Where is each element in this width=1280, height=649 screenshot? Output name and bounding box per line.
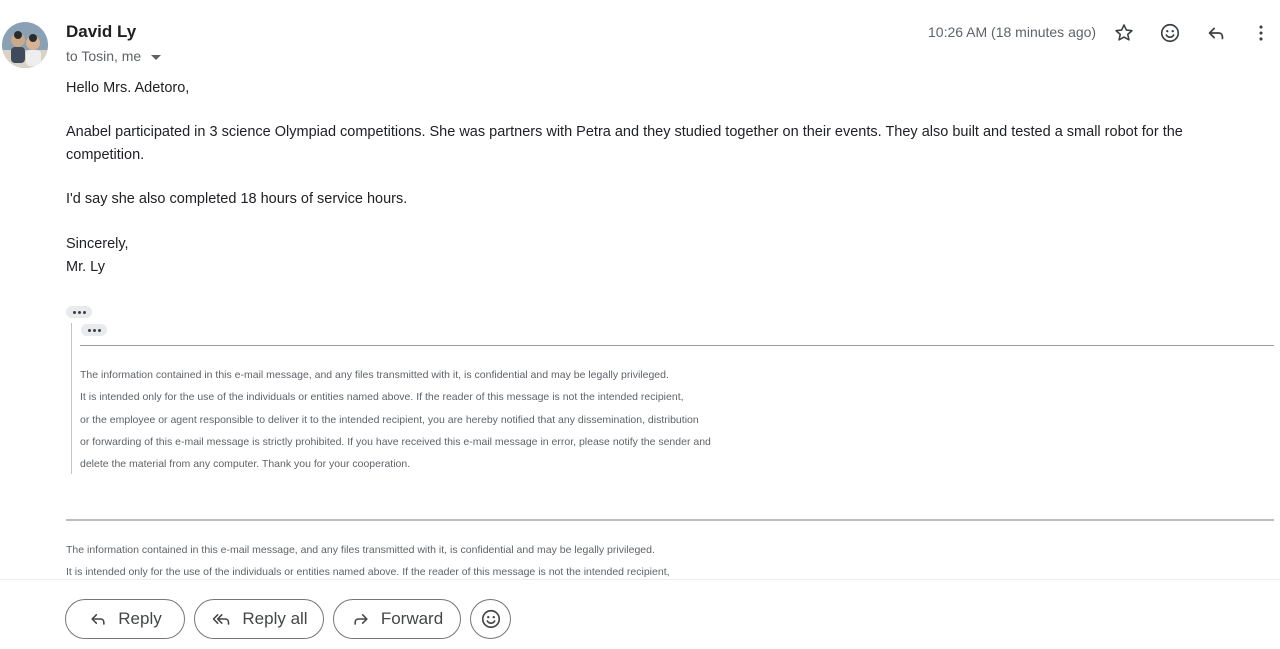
footer-disclaimer-line: It is intended only for the use of the i… — [66, 566, 670, 578]
greeting: Hello Mrs. Adetoro, — [66, 80, 190, 96]
reply-icon — [91, 614, 105, 625]
emoji-reaction-icon[interactable] — [1157, 20, 1183, 46]
timestamp: 10:26 AM (18 minutes ago) — [928, 24, 1097, 40]
reply-all-button[interactable]: Reply all — [194, 599, 324, 639]
reply-all-icon — [213, 614, 230, 625]
show-trimmed-content-button-nested[interactable] — [81, 324, 107, 336]
forward-button-label: Forward — [380, 609, 444, 628]
recipients-label: to Tosin, me — [66, 48, 142, 64]
closing: Sincerely, — [66, 236, 129, 252]
signature: Mr. Ly — [66, 259, 105, 275]
reply-all-button-label: Reply all — [242, 609, 308, 628]
divider — [80, 345, 1274, 346]
reply-button-label: Reply — [118, 609, 162, 628]
more-vert-icon[interactable] — [1248, 20, 1274, 46]
reply-icon[interactable] — [1203, 20, 1229, 46]
divider — [66, 519, 1274, 521]
forward-button[interactable]: Forward — [333, 599, 461, 639]
quoted-disclaimer-line: delete the material from any computer. T… — [80, 458, 411, 470]
quoted-disclaimer-line: or the employee or agent responsible to … — [80, 414, 699, 426]
emoji-reaction-button[interactable] — [470, 599, 511, 639]
avatar[interactable] — [2, 22, 48, 68]
chevron-down-icon[interactable] — [151, 54, 162, 60]
sender-name[interactable]: David Ly — [66, 22, 136, 42]
reply-button[interactable]: Reply — [65, 599, 185, 639]
forward-icon — [354, 614, 368, 625]
divider — [0, 579, 1280, 580]
message-paragraph-1: Anabel participated in 3 science Olympia… — [66, 124, 1183, 163]
quoted-disclaimer-line: The information contained in this e-mail… — [80, 369, 669, 381]
show-trimmed-content-button[interactable] — [66, 306, 92, 318]
quoted-disclaimer-line: It is intended only for the use of the i… — [80, 391, 684, 403]
emoji-reaction-icon — [481, 609, 500, 629]
quoted-disclaimer-line: or forwarding of this e-mail message is … — [80, 436, 711, 448]
footer-disclaimer-line: The information contained in this e-mail… — [66, 544, 655, 556]
recipients-dropdown[interactable]: to Tosin, me — [66, 48, 162, 64]
message-paragraph-2: I'd say she also completed 18 hours of s… — [66, 191, 408, 207]
quote-bar — [71, 323, 72, 474]
star-icon[interactable] — [1111, 20, 1137, 46]
